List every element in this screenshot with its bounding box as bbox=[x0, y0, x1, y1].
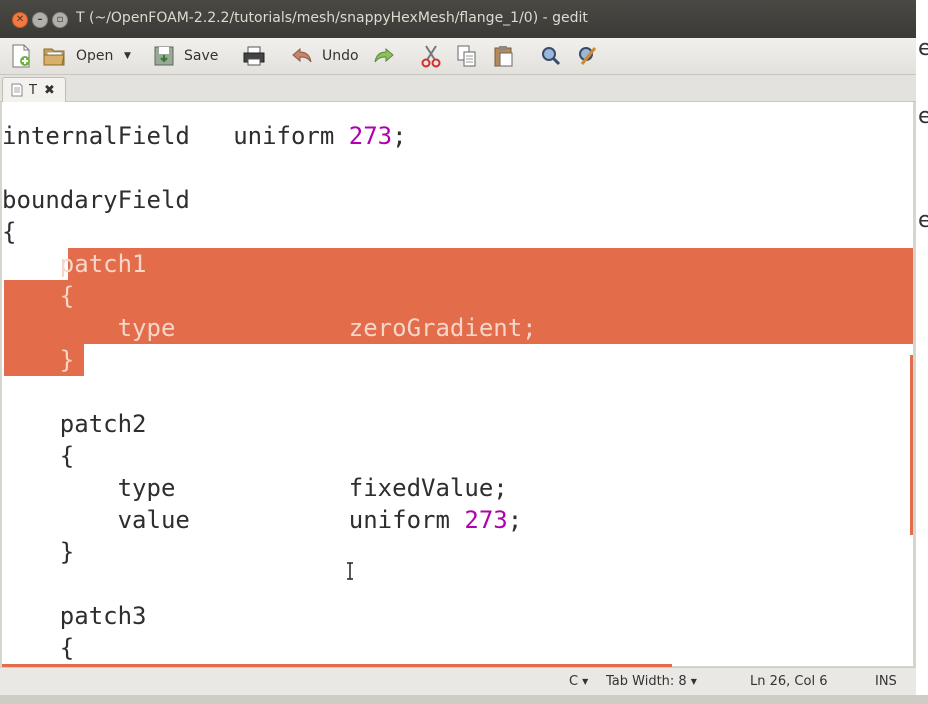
code-line: } bbox=[2, 538, 75, 566]
document-tab-bar: T ✖ bbox=[0, 75, 916, 102]
open-recent-dropdown[interactable]: ▼ bbox=[124, 42, 131, 70]
undo-button-label: Undo bbox=[322, 48, 359, 64]
text-file-icon bbox=[11, 83, 23, 97]
code-line-selected: } bbox=[2, 346, 75, 374]
tab-label: T bbox=[29, 82, 37, 98]
open-folder-icon bbox=[43, 48, 65, 66]
scissors-icon bbox=[421, 45, 441, 68]
close-icon: ✖ bbox=[43, 82, 55, 98]
open-button[interactable]: Open bbox=[42, 42, 113, 70]
tab-width-selector[interactable]: Tab Width: 8 ▼ bbox=[606, 674, 697, 689]
find-replace-icon bbox=[579, 47, 597, 65]
background-window: e e e bbox=[916, 0, 928, 704]
chevron-down-icon: ▼ bbox=[690, 677, 697, 686]
save-button[interactable]: Save bbox=[152, 42, 218, 70]
copy-icon bbox=[457, 45, 476, 67]
printer-icon bbox=[243, 46, 265, 66]
close-window-button[interactable]: ✕ bbox=[12, 12, 28, 28]
language-selector[interactable]: C ▼ bbox=[569, 674, 588, 689]
undo-button[interactable]: Undo bbox=[290, 42, 359, 70]
maximize-icon: ▫ bbox=[56, 14, 64, 25]
save-icon bbox=[154, 46, 174, 66]
background-text-fragment: e bbox=[918, 208, 928, 233]
copy-button[interactable] bbox=[456, 42, 478, 70]
new-document-icon bbox=[12, 44, 30, 68]
code-line: { bbox=[2, 442, 75, 470]
open-button-label: Open bbox=[76, 48, 114, 64]
code-line: boundaryField bbox=[2, 186, 190, 214]
redo-arrow-icon bbox=[374, 47, 394, 63]
cursor-position: Ln 26, Col 6 bbox=[750, 674, 828, 689]
document-tab[interactable]: T ✖ bbox=[2, 77, 66, 102]
title-bar: ✕ – ▫ T (~/OpenFOAM-2.2.2/tutorials/mesh… bbox=[0, 0, 916, 38]
code-line: value uniform 273; bbox=[2, 506, 523, 534]
new-document-button[interactable] bbox=[10, 42, 32, 70]
vertical-scrollbar-thumb[interactable] bbox=[910, 355, 913, 535]
code-line-selected: type zeroGradient; bbox=[2, 314, 537, 342]
code-line-selected: { bbox=[2, 282, 75, 310]
code-line-selected: patch1 bbox=[2, 250, 147, 278]
background-text-fragment: e bbox=[918, 36, 928, 61]
save-button-label: Save bbox=[184, 48, 219, 64]
close-icon: ✕ bbox=[15, 14, 25, 25]
text-cursor-ibeam-icon bbox=[347, 562, 353, 580]
find-button[interactable] bbox=[540, 42, 562, 70]
redo-button[interactable] bbox=[372, 42, 396, 70]
code-line: { bbox=[2, 634, 75, 662]
code-line: patch3 bbox=[2, 602, 147, 630]
tab-close-button[interactable]: ✖ bbox=[44, 83, 55, 98]
paste-clipboard-icon bbox=[494, 46, 513, 67]
code-line: patch2 bbox=[2, 410, 147, 438]
language-label: C bbox=[569, 674, 579, 689]
code-line: { bbox=[2, 218, 17, 246]
window-title: T (~/OpenFOAM-2.2.2/tutorials/mesh/snapp… bbox=[76, 10, 588, 26]
chevron-down-icon: ▼ bbox=[582, 677, 589, 686]
paste-button[interactable] bbox=[492, 42, 514, 70]
code-line: internalField uniform 273; bbox=[2, 122, 407, 150]
search-icon bbox=[542, 47, 561, 66]
tab-width-label: Tab Width: 8 bbox=[606, 674, 687, 689]
toolbar: Open ▼ Save Undo bbox=[0, 38, 916, 75]
cut-button[interactable] bbox=[420, 42, 442, 70]
text-editor[interactable]: internalField uniform 273; boundaryField… bbox=[2, 102, 913, 666]
minimize-icon: – bbox=[37, 14, 43, 25]
find-replace-button[interactable] bbox=[577, 42, 599, 70]
window-bottom-edge bbox=[0, 695, 928, 704]
selection-highlight bbox=[68, 248, 913, 280]
insert-mode-indicator: INS bbox=[875, 674, 897, 689]
minimize-window-button[interactable]: – bbox=[32, 12, 48, 28]
undo-arrow-icon bbox=[292, 47, 312, 63]
maximize-window-button[interactable]: ▫ bbox=[52, 12, 68, 28]
background-text-fragment: e bbox=[918, 104, 928, 129]
code-line: type fixedValue; bbox=[2, 474, 508, 502]
print-button[interactable] bbox=[243, 42, 265, 70]
chevron-down-icon: ▼ bbox=[124, 51, 131, 61]
status-bar: C ▼ Tab Width: 8 ▼ Ln 26, Col 6 INS bbox=[0, 667, 916, 696]
